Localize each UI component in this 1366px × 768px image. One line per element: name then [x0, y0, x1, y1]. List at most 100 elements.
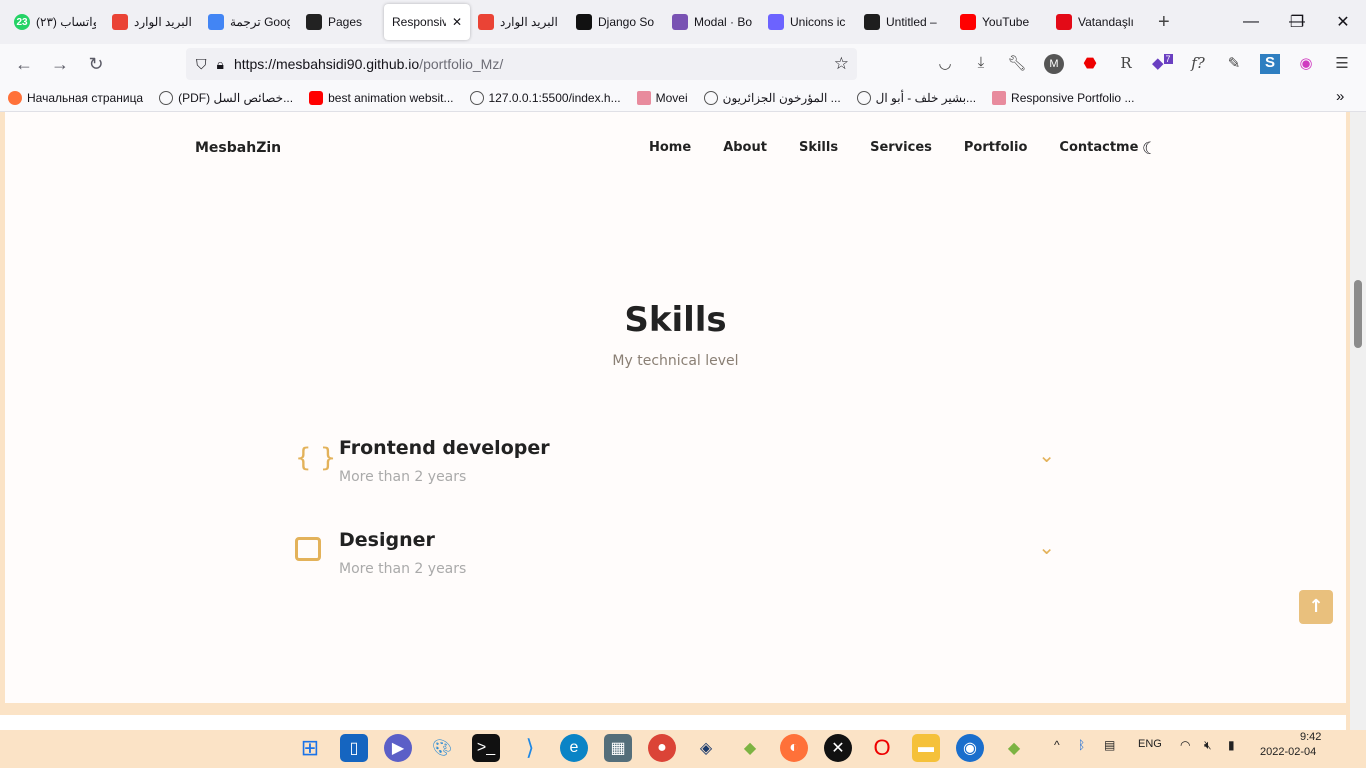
diamond-app-icon[interactable]: ◆	[736, 734, 764, 762]
vatandas-icon	[1056, 14, 1072, 30]
widgets-icon[interactable]: ▯	[340, 734, 368, 762]
teams-chat-icon[interactable]: ▶	[384, 734, 412, 762]
shield-icon[interactable]: ⛉	[196, 56, 207, 73]
browser-tab[interactable]: البريد الوارد	[470, 4, 568, 40]
brackets-icon: { }	[295, 443, 337, 473]
browser-tab[interactable]: Unicons ic	[760, 4, 856, 40]
pocket-icon[interactable]: ◡	[935, 54, 955, 74]
firefox-icon[interactable]: ◐	[780, 734, 808, 762]
tab-label: Vatandaşlı	[1078, 15, 1134, 29]
clock-date[interactable]: 2022-02-04	[1260, 746, 1316, 758]
download-icon[interactable]: ⤓	[971, 54, 991, 74]
calculator-icon[interactable]: ▦	[604, 734, 632, 762]
nav-about[interactable]: About	[723, 140, 767, 155]
browser-tab[interactable]: Responsive ✕	[384, 4, 470, 40]
bookmarks-overflow-icon[interactable]: »	[1336, 88, 1344, 105]
bookmark-star-icon[interactable]: ☆	[834, 54, 849, 74]
s-extension-icon[interactable]: S	[1260, 54, 1280, 74]
firefox-dev-icon[interactable]: ◉	[956, 734, 984, 762]
restore-button[interactable]: ❐	[1274, 0, 1320, 44]
browser-tab[interactable]: Pages	[298, 4, 384, 40]
bookmark-item[interactable]: Movei	[629, 90, 696, 105]
close-window-button[interactable]: ✕	[1320, 0, 1366, 44]
bookmark-item[interactable]: بشير خلف - أبو ال...	[849, 90, 984, 105]
m-extension-icon[interactable]: M	[1044, 54, 1064, 74]
bookmark-item[interactable]: Responsive Portfolio ...	[984, 90, 1142, 105]
virtualbox-icon[interactable]: ◈	[692, 734, 720, 762]
chrome-icon[interactable]: ●	[648, 734, 676, 762]
minimize-button-alt[interactable]: —	[1228, 0, 1274, 44]
bookmark-label: Responsive Portfolio ...	[1011, 90, 1135, 105]
xbox-icon[interactable]: ✕	[824, 734, 852, 762]
browser-tab[interactable]: Django So	[568, 4, 664, 40]
browser-tab[interactable]: Vatandaşlı	[1048, 4, 1148, 40]
readium-icon[interactable]: R	[1116, 54, 1136, 74]
volume-muted-icon[interactable]: 🔇︎	[1204, 738, 1212, 753]
scrollbar-thumb[interactable]	[1354, 280, 1362, 348]
nav-services[interactable]: Services	[870, 140, 932, 155]
bluetooth-icon[interactable]: ᛒ	[1078, 738, 1085, 752]
wrench-icon[interactable]: 🔧︎	[1007, 54, 1027, 74]
moon-icon[interactable]: ☾	[1142, 139, 1157, 159]
page-scrollbar[interactable]	[1350, 112, 1366, 730]
extension-badge-icon[interactable]: ◆ 7	[1152, 54, 1173, 74]
skill-name: Designer	[339, 529, 435, 551]
tab-label: Untitled –	[886, 15, 937, 29]
bookmark-item[interactable]: best animation websit...	[301, 90, 461, 105]
start-icon[interactable]: ⊞	[296, 734, 324, 762]
skill-designer[interactable]: Designer More than 2 years ⌄	[295, 529, 1055, 589]
bookmark-item[interactable]: المؤرخون الجزائريون ...	[696, 90, 849, 105]
section-title: Skills	[624, 300, 727, 340]
adblock-icon[interactable]: ⬣	[1080, 54, 1100, 74]
bookmark-label: (PDF) خصائص السل...	[178, 90, 294, 105]
language-indicator[interactable]: ENG	[1138, 738, 1162, 750]
nav-home[interactable]: Home	[649, 140, 691, 155]
browser-tab[interactable]: YouTube	[952, 4, 1048, 40]
browser-tab[interactable]: البريد الوارد	[104, 4, 200, 40]
battery-icon[interactable]: ▮	[1228, 738, 1235, 752]
whatsapp-icon: 23	[14, 14, 30, 30]
browser-tab[interactable]: Untitled –	[856, 4, 952, 40]
font-finder-icon[interactable]: f?	[1188, 54, 1208, 74]
menu-icon[interactable]: ☰	[1332, 54, 1352, 74]
site-logo[interactable]: MesbahZin	[195, 140, 281, 156]
edge-icon[interactable]: e	[560, 734, 588, 762]
nav-contactme[interactable]: Contactme	[1059, 140, 1138, 155]
chevron-down-icon[interactable]: ⌄	[1038, 535, 1055, 559]
youtube-icon	[960, 14, 976, 30]
browser-tab[interactable]: Modal · Bo	[664, 4, 760, 40]
clock-time[interactable]: 9:42	[1300, 731, 1321, 743]
chevron-down-icon[interactable]: ⌄	[1038, 443, 1055, 467]
new-tab-button[interactable]: +	[1148, 11, 1180, 34]
nav-portfolio[interactable]: Portfolio	[964, 140, 1028, 155]
color-picker-icon[interactable]: ✎	[1224, 54, 1244, 74]
colorzilla-icon[interactable]: ◉	[1296, 54, 1316, 74]
terminal-icon[interactable]: >_	[472, 734, 500, 762]
globe-icon	[703, 90, 718, 105]
url-bar[interactable]: ⛉ 🔒︎ https://mesbahsidi90.github.io/port…	[186, 48, 857, 80]
skill-name: Frontend developer	[339, 437, 550, 459]
file-explorer-icon[interactable]: ▬	[912, 734, 940, 762]
url-host: https://mesbahsidi90.github.io	[233, 56, 420, 72]
bookmark-item[interactable]: 127.0.0.1:5500/index.h...	[462, 90, 629, 105]
opera-icon[interactable]: O	[868, 734, 896, 762]
keyboard-icon[interactable]: ▤	[1104, 738, 1115, 752]
lock-icon[interactable]: 🔒︎	[217, 56, 224, 73]
paint-icon[interactable]: 🎨︎	[428, 734, 456, 762]
browser-tab[interactable]: 23 (٢٣) واتساب	[6, 4, 104, 40]
reload-button[interactable]: ↻	[78, 54, 114, 75]
scroll-up-button[interactable]: ↑	[1299, 590, 1333, 624]
vscode-icon[interactable]: ⟩	[516, 734, 544, 762]
nav-skills[interactable]: Skills	[799, 140, 838, 155]
browser-tab[interactable]: ترجمة Google	[200, 4, 298, 40]
close-tab-icon[interactable]: ✕	[452, 15, 462, 29]
bookmark-item[interactable]: Начальная страница	[0, 90, 151, 105]
section-subtitle: My technical level	[612, 353, 739, 369]
skill-frontend[interactable]: { } Frontend developer More than 2 years…	[295, 437, 1055, 497]
wifi-icon[interactable]: ◠	[1180, 738, 1190, 752]
forward-button[interactable]: →	[42, 54, 78, 75]
diamond-app-2-icon[interactable]: ◆	[1000, 734, 1028, 762]
back-button[interactable]: ←	[6, 54, 42, 75]
bookmark-item[interactable]: (PDF) خصائص السل...	[151, 90, 301, 105]
tray-overflow-icon[interactable]: ^	[1054, 738, 1060, 752]
